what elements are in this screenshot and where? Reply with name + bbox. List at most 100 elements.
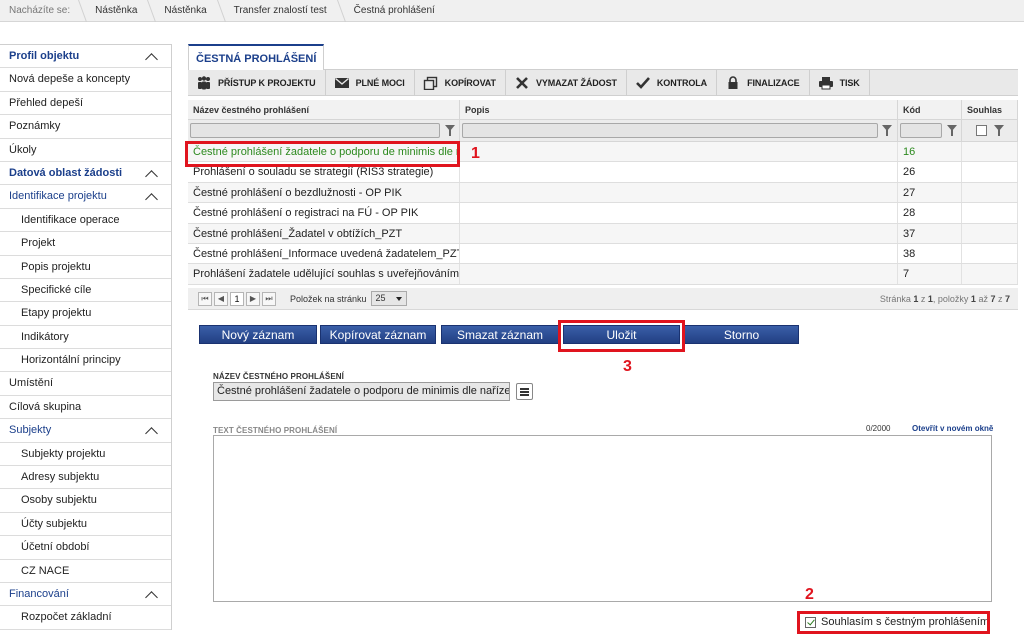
- sidebar-item-label: Účetní období: [21, 541, 90, 554]
- prev-page-button[interactable]: ◀: [214, 291, 228, 306]
- next-page-button[interactable]: ▶: [246, 291, 260, 306]
- per-page-select[interactable]: 25: [370, 291, 407, 306]
- sidebar-item[interactable]: Cílová skupina: [0, 396, 171, 420]
- cell-code: 38: [898, 243, 962, 264]
- sidebar-item[interactable]: Indikátory: [0, 326, 171, 350]
- power-of-attorney-button[interactable]: PLNÉ MOCI: [326, 69, 415, 96]
- chevron-up-icon[interactable]: [145, 591, 157, 599]
- filter-cell-name: [188, 120, 460, 141]
- filter-input-name[interactable]: [190, 123, 440, 138]
- copy-button[interactable]: KOPÍROVAT: [415, 69, 506, 96]
- table-row[interactable]: Čestné prohlášení o registraci na FÚ - O…: [188, 203, 1018, 224]
- sidebar-item-label: Poznámky: [9, 120, 61, 133]
- sidebar-item[interactable]: Profil objektu: [0, 45, 171, 69]
- sidebar-item[interactable]: Umístění: [0, 372, 171, 396]
- sidebar-item[interactable]: Horizontální principy: [0, 349, 171, 373]
- sidebar-item[interactable]: Identifikace operace: [0, 209, 171, 233]
- print-button[interactable]: TISK: [810, 69, 870, 96]
- cell-code: 28: [898, 203, 962, 223]
- sidebar-item[interactable]: Účty subjektu: [0, 513, 171, 537]
- last-page-button[interactable]: ⏭: [262, 291, 276, 306]
- cell-name: Čestné prohlášení_Informace uvedená žada…: [188, 243, 460, 264]
- delete-application-button[interactable]: VYMAZAT ŽÁDOST: [506, 69, 627, 96]
- chevron-up-icon[interactable]: [145, 193, 157, 201]
- sidebar-item[interactable]: Adresy subjektu: [0, 466, 171, 490]
- people-icon: [196, 75, 212, 90]
- chevron-up-icon[interactable]: [145, 170, 157, 178]
- sidebar-item[interactable]: Osoby subjektu: [0, 489, 171, 513]
- cell-consent: [962, 223, 1018, 243]
- column-header-description[interactable]: Popis: [460, 100, 898, 119]
- sidebar-item-label: Rozpočet základní: [21, 611, 112, 624]
- sidebar-item[interactable]: Etapy projektu: [0, 302, 171, 326]
- sidebar-item[interactable]: Financování: [0, 583, 171, 607]
- copy-record-button[interactable]: Kopírovat záznam: [320, 325, 436, 344]
- cell-consent: [962, 243, 1018, 264]
- print-label: TISK: [839, 77, 860, 88]
- filter-checkbox-consent[interactable]: [976, 125, 987, 136]
- sidebar-item[interactable]: Specifické cíle: [0, 279, 171, 303]
- project-access-button[interactable]: PŘÍSTUP K PROJEKTU: [188, 69, 326, 96]
- filter-icon[interactable]: [882, 125, 892, 136]
- list-icon[interactable]: [516, 383, 533, 400]
- column-header-consent[interactable]: Souhlas: [962, 100, 1018, 119]
- sidebar-item[interactable]: Úkoly: [0, 139, 171, 162]
- sidebar-item[interactable]: Datová oblast žádosti: [0, 161, 171, 186]
- current-page[interactable]: 1: [230, 291, 244, 306]
- sidebar-item[interactable]: Přehled depeší: [0, 92, 171, 116]
- cancel-button[interactable]: Storno: [684, 325, 799, 344]
- sidebar-item[interactable]: Subjekty projektu: [0, 443, 171, 467]
- pagination: ⏮ ◀ 1 ▶ ⏭ Položek na stránku 25 Stránka …: [188, 288, 1018, 310]
- table-row[interactable]: Prohlášení žadatele udělující souhlas s …: [188, 264, 1018, 285]
- cell-consent: [962, 203, 1018, 223]
- sidebar-item-label: Adresy subjektu: [21, 471, 100, 484]
- filter-input-description[interactable]: [462, 123, 878, 138]
- filter-icon[interactable]: [994, 125, 1004, 136]
- breadcrumb-item-project[interactable]: Transfer znalostí test: [221, 0, 341, 22]
- cell-description: [460, 182, 898, 203]
- breadcrumb-item-nastenka-2[interactable]: Nástěnka: [151, 0, 220, 22]
- breadcrumb-item-nastenka[interactable]: Nástěnka: [82, 0, 151, 22]
- table-filter-row: [188, 120, 1018, 142]
- filter-input-code[interactable]: [900, 123, 942, 138]
- sidebar-item[interactable]: CZ NACE: [0, 560, 171, 583]
- delete-record-button[interactable]: Smazat záznam: [441, 325, 559, 344]
- table-row[interactable]: Čestné prohlášení_Žadatel v obtížích_PZT…: [188, 223, 1018, 244]
- sidebar-item[interactable]: Rozpočet základní: [0, 606, 171, 630]
- cell-description: [460, 162, 898, 182]
- open-in-new-window-link[interactable]: Otevřít v novém okně: [912, 424, 993, 433]
- cell-description: [460, 142, 898, 162]
- first-page-button[interactable]: ⏮: [198, 291, 212, 306]
- power-of-attorney-label: PLNÉ MOCI: [355, 77, 405, 88]
- filter-icon[interactable]: [445, 125, 455, 136]
- cell-description: [460, 223, 898, 243]
- sidebar-item-label: Cílová skupina: [9, 400, 82, 413]
- breadcrumb: Nacházíte se: Nástěnka Nástěnka Transfer…: [0, 0, 1024, 22]
- chevron-up-icon[interactable]: [145, 427, 157, 435]
- sidebar-item-label: Nová depeše a koncepty: [9, 73, 131, 86]
- sidebar-item-label: Účty subjektu: [21, 517, 88, 530]
- table-row[interactable]: Čestné prohlášení_Informace uvedená žada…: [188, 243, 1018, 265]
- declaration-name-field[interactable]: Čestné prohlášení žadatele o podporu de …: [213, 382, 510, 401]
- finalize-button[interactable]: FINALIZACE: [717, 69, 810, 96]
- sidebar-item[interactable]: Projekt: [0, 232, 171, 256]
- sidebar-item[interactable]: Subjekty: [0, 419, 171, 443]
- sidebar-item[interactable]: Nová depeše a koncepty: [0, 68, 171, 92]
- sidebar-item[interactable]: Identifikace projektu: [0, 185, 171, 209]
- check-icon: [635, 76, 651, 90]
- new-record-button[interactable]: Nový záznam: [199, 325, 317, 344]
- check-button[interactable]: KONTROLA: [627, 69, 718, 96]
- column-header-name[interactable]: Název čestného prohlášení: [188, 100, 460, 119]
- tab-cestna-prohlaseni[interactable]: ČESTNÁ PROHLÁŠENÍ: [188, 44, 325, 71]
- filter-icon[interactable]: [947, 125, 957, 136]
- sidebar-item[interactable]: Účetní období: [0, 536, 171, 560]
- sidebar-item-label: Umístění: [9, 377, 54, 390]
- sidebar-item[interactable]: Poznámky: [0, 115, 171, 139]
- declaration-text-area[interactable]: [213, 435, 992, 602]
- sidebar-item[interactable]: Popis projektu: [0, 256, 171, 279]
- table-row[interactable]: Čestné prohlášení o bezdlužnosti - OP PI…: [188, 182, 1018, 204]
- chevron-up-icon[interactable]: [145, 53, 157, 61]
- project-access-label: PŘÍSTUP K PROJEKTU: [218, 77, 316, 88]
- column-header-code[interactable]: Kód: [898, 100, 962, 119]
- sidebar-item-label: Etapy projektu: [21, 307, 92, 320]
